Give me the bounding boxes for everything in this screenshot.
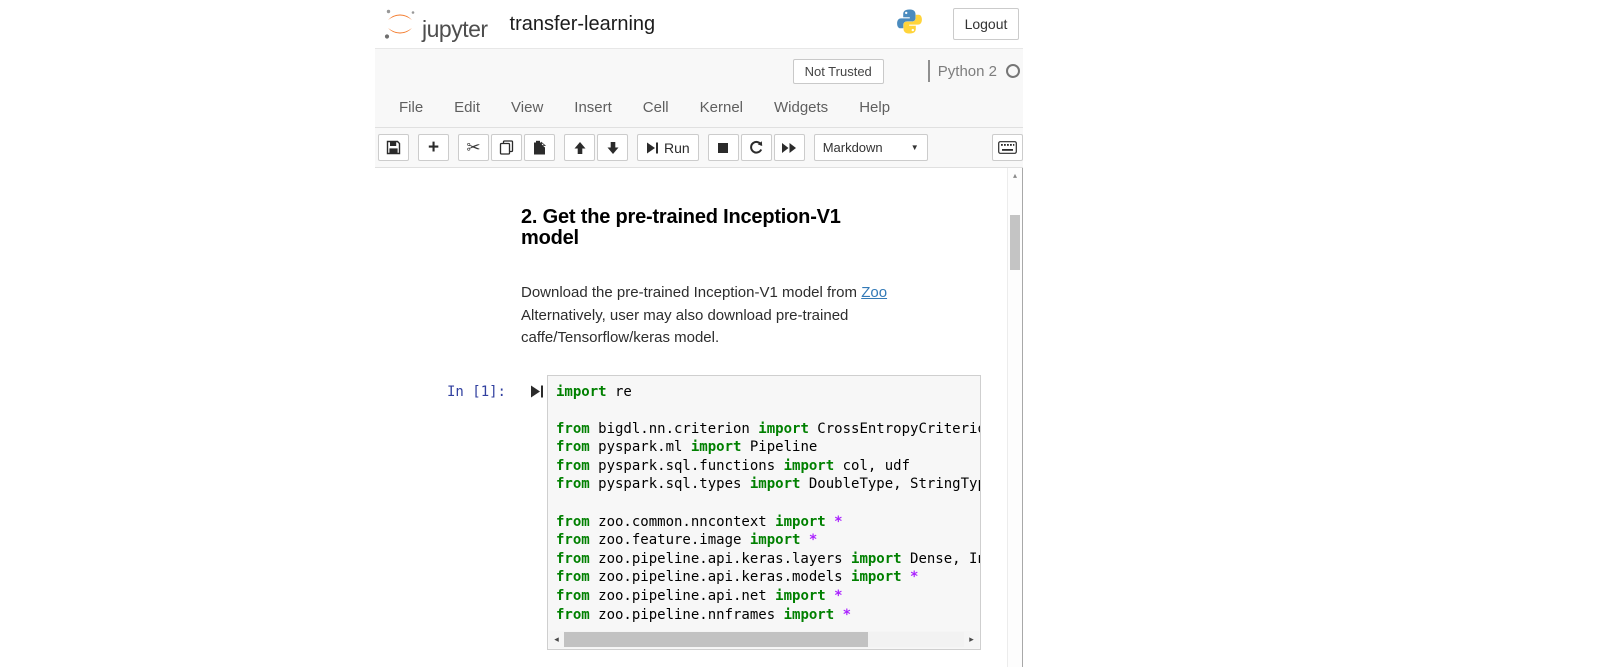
code-editor[interactable]: import re from bigdl.nn.criterion import…: [547, 375, 981, 650]
markdown-cell[interactable]: 2. Get the pre-trained Inception-V1 mode…: [375, 168, 1022, 350]
scroll-up-icon[interactable]: ▴: [1008, 168, 1022, 180]
restart-kernel-button[interactable]: [741, 134, 772, 161]
kernel-indicator-group: Python 2: [928, 60, 1020, 82]
jupyter-logo-icon: [380, 7, 420, 41]
kernel-separator: [928, 60, 930, 82]
kernel-idle-icon: [1006, 64, 1020, 78]
python-logo-icon: [896, 8, 923, 40]
menu-widgets[interactable]: Widgets: [774, 99, 828, 116]
cut-button[interactable]: ✂: [458, 134, 489, 161]
paragraph-text-2: Alternatively, user may also download pr…: [521, 307, 848, 324]
restart-run-all-button[interactable]: [774, 134, 805, 161]
code-horizontal-scrollbar[interactable]: ◂ ▸: [549, 631, 979, 648]
notebook-vertical-scrollbar[interactable]: ▴: [1007, 168, 1022, 667]
cell-type-dropdown[interactable]: Markdown ▼: [814, 134, 928, 161]
jupyter-logo[interactable]: jupyter: [380, 7, 488, 41]
run-group: Run: [637, 134, 699, 161]
command-palette-button[interactable]: [992, 134, 1023, 161]
kernel-ops-group: [708, 134, 805, 161]
menu-kernel[interactable]: Kernel: [700, 99, 743, 116]
trust-row: Not Trusted Python 2: [375, 49, 1023, 87]
jupyter-app: jupyter transfer-learning Logout Not Tru…: [375, 0, 1023, 656]
add-cell-button[interactable]: +: [418, 134, 449, 161]
menu-cell[interactable]: Cell: [643, 99, 669, 116]
jupyter-wordmark: jupyter: [422, 16, 488, 43]
menu-insert[interactable]: Insert: [574, 99, 612, 116]
menubar: File Edit View Insert Cell Kernel Widget…: [375, 87, 1023, 127]
run-icon: [646, 141, 659, 155]
move-cell-up-button[interactable]: [564, 134, 595, 161]
keyboard-icon: [998, 141, 1017, 154]
cell-type-selected: Markdown: [823, 140, 911, 155]
run-button-label: Run: [664, 140, 690, 156]
code-cell-prompt-area: In [1]:: [375, 375, 547, 650]
save-group: [378, 134, 409, 161]
scroll-left-icon[interactable]: ◂: [549, 634, 564, 645]
move-group: [564, 134, 628, 161]
run-cell-icon[interactable]: [530, 384, 544, 404]
copy-icon: [499, 140, 514, 155]
header: jupyter transfer-learning Logout: [375, 0, 1023, 48]
move-cell-down-button[interactable]: [597, 134, 628, 161]
scissors-icon: ✂: [466, 139, 480, 156]
clipboard-group: ✂: [458, 134, 555, 161]
kernel-name: Python 2: [938, 63, 997, 80]
horizontal-scroll-thumb[interactable]: [564, 632, 868, 647]
menu-help[interactable]: Help: [859, 99, 890, 116]
notebook-container: 2. Get the pre-trained Inception-V1 mode…: [375, 168, 1023, 667]
run-button[interactable]: Run: [637, 134, 699, 161]
paste-icon: [532, 140, 547, 155]
menu-edit[interactable]: Edit: [454, 99, 480, 116]
horizontal-scroll-track[interactable]: [564, 632, 964, 647]
fast-forward-icon: [781, 142, 797, 154]
input-prompt: In [1]:: [447, 384, 506, 400]
menu-toolbar-band: Not Trusted Python 2 File Edit View Inse…: [375, 48, 1023, 168]
save-button[interactable]: [378, 134, 409, 161]
code-lines[interactable]: import re from bigdl.nn.criterion import…: [548, 376, 980, 629]
copy-button[interactable]: [491, 134, 522, 161]
paste-button[interactable]: [524, 134, 555, 161]
code-cell[interactable]: In [1]: import re from bigdl.nn.criterio…: [375, 375, 1022, 650]
chevron-down-icon: ▼: [911, 143, 919, 152]
zoo-link[interactable]: Zoo: [861, 284, 887, 301]
insert-group: +: [418, 134, 449, 161]
markdown-paragraph: Download the pre-trained Inception-V1 mo…: [521, 282, 951, 350]
arrow-down-icon: [606, 141, 620, 155]
paragraph-text-1: Download the pre-trained Inception-V1 mo…: [521, 284, 861, 301]
notebook-title[interactable]: transfer-learning: [510, 13, 656, 36]
save-icon: [386, 140, 401, 155]
arrow-up-icon: [573, 141, 587, 155]
vertical-scroll-thumb[interactable]: [1010, 215, 1020, 270]
logout-button[interactable]: Logout: [953, 8, 1019, 40]
toolbar: + ✂: [375, 128, 1023, 167]
stop-icon: [717, 142, 729, 154]
paragraph-text-3: caffe/Tensorflow/keras model.: [521, 329, 719, 346]
scroll-right-icon[interactable]: ▸: [964, 634, 979, 645]
heading-line-2: model: [521, 227, 579, 249]
not-trusted-button[interactable]: Not Trusted: [793, 59, 884, 84]
menu-file[interactable]: File: [399, 99, 423, 116]
heading-line-1: 2. Get the pre-trained Inception-V1: [521, 206, 841, 228]
markdown-heading: 2. Get the pre-trained Inception-V1 mode…: [521, 207, 1022, 249]
interrupt-kernel-button[interactable]: [708, 134, 739, 161]
restart-icon: [749, 140, 764, 155]
plus-icon: +: [428, 138, 439, 157]
menu-view[interactable]: View: [511, 99, 543, 116]
